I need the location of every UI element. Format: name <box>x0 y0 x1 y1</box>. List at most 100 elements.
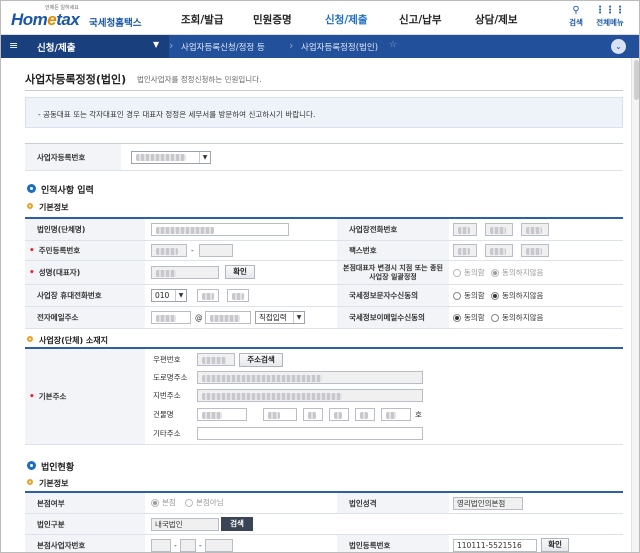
building-dong-input[interactable] <box>263 408 297 421</box>
address-table: 기본주소 우편번호 주소검색 도로명주소 지번주소 건물명 호 기타주소 <box>25 347 623 445</box>
sms-agree-radio[interactable] <box>453 292 461 300</box>
building-room-input[interactable] <box>355 408 375 421</box>
page-subtitle: 법인사업자를 정정신청하는 민원입니다. <box>137 75 262 84</box>
sms-disagree-radio[interactable] <box>491 292 499 300</box>
bizno-select[interactable]: ▼ <box>131 151 211 164</box>
road-address-input[interactable] <box>197 371 423 384</box>
email-disagree-radio[interactable] <box>491 314 499 322</box>
chevron-down-icon: ▼ <box>153 40 160 49</box>
table-row: 기본주소 우편번호 주소검색 도로명주소 지번주소 건물명 호 기타주소 <box>25 349 623 445</box>
table-row: 성명(대표자) 확인 본점대표자 변경시 지점 또는 종된사업장 일괄정정 동의… <box>25 261 623 285</box>
hq-status-label: 본점여부 <box>25 493 145 513</box>
hq-agree-radio[interactable] <box>453 269 461 277</box>
search-label: 검색 <box>569 18 583 27</box>
corp-kind-input[interactable]: 내국법인 <box>151 518 219 531</box>
corp-table: 본점여부 본점 본점아님 법인성격 영리법인의본점 법인구분 내국법인 검색 본… <box>25 491 623 552</box>
building-ho-input[interactable] <box>381 408 411 421</box>
hq-yes-radio[interactable] <box>151 499 159 507</box>
email-consent-label: 국세정보이메일수신동의 <box>337 307 449 328</box>
breadcrumb-1[interactable]: 사업자등록신청/정정 등 <box>181 41 265 53</box>
corp-regno-confirm-button[interactable]: 확인 <box>541 538 569 552</box>
hq-no-radio[interactable] <box>185 499 193 507</box>
section-bullet-icon <box>27 184 36 193</box>
corp-kind-search-button[interactable]: 검색 <box>221 517 253 531</box>
corp-nature-input[interactable]: 영리법인의본점 <box>453 497 523 510</box>
hq-bizno-1[interactable] <box>151 539 171 552</box>
hq-yes-label: 본점 <box>162 498 176 507</box>
hq-bizno-3[interactable] <box>205 539 233 552</box>
sub-bullet-icon <box>27 479 33 485</box>
fax-2[interactable] <box>485 244 513 257</box>
breadcrumb-2[interactable]: 사업자등록정정(법인) <box>301 41 378 53</box>
table-row: 사업장 휴대전화번호 010 ▼ 국세정보문자수신동의 동의함 동의하지않음 <box>25 285 623 307</box>
section-label: 신청/제출 <box>37 43 76 54</box>
resident-no-label: 주민등록번호 <box>25 241 145 260</box>
biz-phone-1[interactable] <box>453 223 477 236</box>
search-button[interactable]: ⚲ 검색 <box>559 5 593 28</box>
personal-section-title: 인적사항 입력 <box>41 186 94 196</box>
top-navigation: 언제든 일하세요 Hometax 국세청홈택스 조회/발급 민원증명 신청/제출… <box>1 1 639 35</box>
mobile-2[interactable] <box>197 289 219 302</box>
lot-address-input[interactable] <box>197 389 423 402</box>
fax-3[interactable] <box>521 244 549 257</box>
scrollbar-thumb[interactable] <box>634 60 639 100</box>
road-address-label: 도로명주소 <box>153 373 188 382</box>
chevron-down-circle-icon[interactable]: ⌄ <box>611 39 626 54</box>
email-agree-radio[interactable] <box>453 314 461 322</box>
name-confirm-button[interactable]: 확인 <box>225 265 255 279</box>
email-id-input[interactable] <box>151 311 191 324</box>
menu-report[interactable]: 신고/납부 <box>399 12 441 27</box>
corp-regno-input[interactable]: 110111-5521516 <box>453 539 537 552</box>
menu-certificate[interactable]: 민원증명 <box>253 12 292 27</box>
bizno-table: 사업자등록번호 ▼ <box>25 143 623 171</box>
hq-disagree-radio[interactable] <box>491 269 499 277</box>
building-floor-input[interactable] <box>303 408 323 421</box>
resident-no-2[interactable] <box>199 244 233 257</box>
sms-consent-label: 국세정보문자수신동의 <box>337 285 449 306</box>
corp-name-label: 법인명(단체명) <box>25 219 145 240</box>
building-unit-input[interactable] <box>329 408 349 421</box>
fax-label: 팩스번호 <box>337 241 449 260</box>
email-domain-select[interactable]: 직접입력 ▼ <box>255 311 305 324</box>
email-label: 전자메일주소 <box>25 307 145 328</box>
fax-1[interactable] <box>453 244 477 257</box>
breadcrumb-bar: ≡ 신청/제출 ▼ › 사업자등록신청/정정 등 › 사업자등록정정(법인) ☆… <box>1 35 639 58</box>
postcode-input[interactable] <box>197 353 235 366</box>
lot-address-label: 지번주소 <box>153 391 181 400</box>
email-agree-label: 동의함 <box>464 313 485 322</box>
page-scrollbar[interactable] <box>631 58 639 552</box>
hometax-logo[interactable]: 언제든 일하세요 Hometax 국세청홈택스 <box>9 4 149 32</box>
sms-agree-label: 동의함 <box>464 291 485 300</box>
logo-brand: Hometax <box>11 10 80 29</box>
menu-consult[interactable]: 상담/제보 <box>475 12 517 27</box>
corp-name-input[interactable] <box>151 223 289 236</box>
resident-no-1[interactable] <box>151 244 187 257</box>
chevron-down-icon: ▼ <box>199 152 210 163</box>
table-row: 본점사업자번호 - - 법인등록번호 110111-5521516 확인 <box>25 535 623 552</box>
building-input[interactable] <box>197 408 247 421</box>
hq-bizno-label: 본점사업자번호 <box>25 535 145 552</box>
section-dropdown[interactable]: ≡ 신청/제출 ▼ <box>1 35 169 58</box>
name-input[interactable] <box>151 266 219 279</box>
mobile-3[interactable] <box>227 289 249 302</box>
biz-phone-3[interactable] <box>521 223 549 236</box>
corp-section-title: 법인현황 <box>41 463 75 473</box>
email-direct-value: 직접입력 <box>259 313 287 322</box>
hq-disagree-label: 동의하지않음 <box>502 268 544 277</box>
section-bullet-icon <box>27 461 36 470</box>
menu-apply[interactable]: 신청/제출 <box>325 12 367 27</box>
email-domain-input[interactable] <box>205 311 251 324</box>
etc-address-input[interactable] <box>197 427 423 440</box>
biz-phone-label: 사업장전화번호 <box>337 219 449 240</box>
corp-nature-label: 법인성격 <box>337 493 449 513</box>
hq-bizno-2[interactable] <box>180 539 196 552</box>
menu-lines-icon: ≡ <box>9 39 19 52</box>
menu-inquiry[interactable]: 조회/발급 <box>181 12 223 27</box>
personal-table: 법인명(단체명) 사업장전화번호 주민등록번호 - 팩스번호 <box>25 217 623 329</box>
address-search-button[interactable]: 주소검색 <box>239 353 283 367</box>
mobile-prefix-select[interactable]: 010 ▼ <box>151 289 187 302</box>
all-menu-button[interactable]: ⋮⋮⋮ 전체메뉴 <box>593 5 627 28</box>
biz-phone-2[interactable] <box>485 223 513 236</box>
hq-no-label: 본점아님 <box>196 498 224 507</box>
favorite-star-icon[interactable]: ☆ <box>389 40 397 50</box>
